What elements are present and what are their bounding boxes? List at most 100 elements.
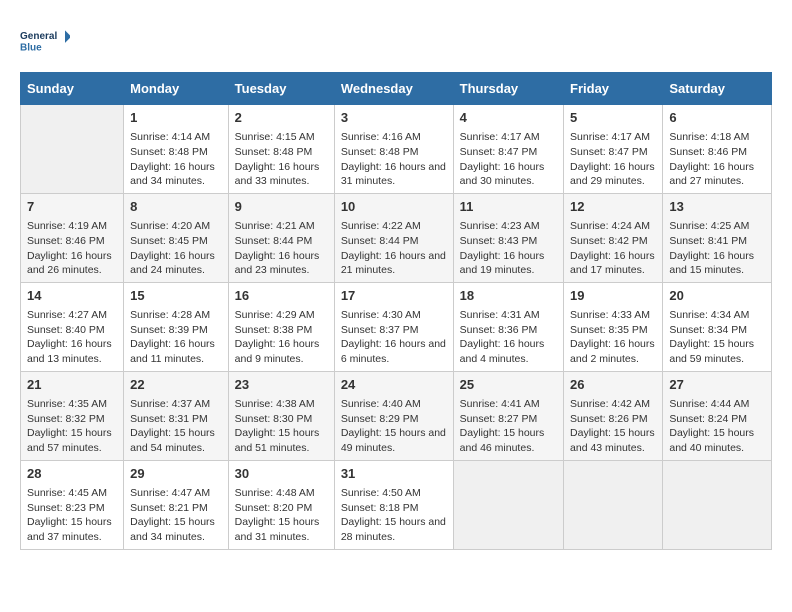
day-number: 12: [570, 198, 656, 216]
calendar-cell: 4 Sunrise: 4:17 AMSunset: 8:47 PMDayligh…: [453, 105, 563, 194]
day-number: 16: [235, 287, 328, 305]
weekday-header: Thursday: [453, 73, 563, 105]
day-number: 25: [460, 376, 557, 394]
weekday-header: Friday: [564, 73, 663, 105]
day-number: 9: [235, 198, 328, 216]
day-info: Sunrise: 4:45 AMSunset: 8:23 PMDaylight:…: [27, 486, 117, 545]
day-info: Sunrise: 4:44 AMSunset: 8:24 PMDaylight:…: [669, 397, 765, 456]
day-info: Sunrise: 4:40 AMSunset: 8:29 PMDaylight:…: [341, 397, 447, 456]
calendar-cell: 29 Sunrise: 4:47 AMSunset: 8:21 PMDaylig…: [124, 460, 229, 549]
calendar-week-row: 28 Sunrise: 4:45 AMSunset: 8:23 PMDaylig…: [21, 460, 772, 549]
day-number: 5: [570, 109, 656, 127]
calendar-cell: 2 Sunrise: 4:15 AMSunset: 8:48 PMDayligh…: [228, 105, 334, 194]
day-number: 11: [460, 198, 557, 216]
calendar-cell: [663, 460, 772, 549]
svg-text:Blue: Blue: [20, 42, 42, 53]
calendar-cell: 15 Sunrise: 4:28 AMSunset: 8:39 PMDaylig…: [124, 282, 229, 371]
calendar-cell: 13 Sunrise: 4:25 AMSunset: 8:41 PMDaylig…: [663, 193, 772, 282]
calendar-cell: 18 Sunrise: 4:31 AMSunset: 8:36 PMDaylig…: [453, 282, 563, 371]
weekday-header: Wednesday: [334, 73, 453, 105]
calendar-cell: 6 Sunrise: 4:18 AMSunset: 8:46 PMDayligh…: [663, 105, 772, 194]
day-number: 6: [669, 109, 765, 127]
calendar-cell: 7 Sunrise: 4:19 AMSunset: 8:46 PMDayligh…: [21, 193, 124, 282]
weekday-header: Tuesday: [228, 73, 334, 105]
calendar-cell: 20 Sunrise: 4:34 AMSunset: 8:34 PMDaylig…: [663, 282, 772, 371]
day-number: 1: [130, 109, 222, 127]
day-number: 30: [235, 465, 328, 483]
logo: General Blue: [20, 20, 70, 62]
day-number: 10: [341, 198, 447, 216]
day-number: 19: [570, 287, 656, 305]
calendar-table: SundayMondayTuesdayWednesdayThursdayFrid…: [20, 72, 772, 550]
calendar-week-row: 1 Sunrise: 4:14 AMSunset: 8:48 PMDayligh…: [21, 105, 772, 194]
day-info: Sunrise: 4:22 AMSunset: 8:44 PMDaylight:…: [341, 219, 447, 278]
calendar-cell: 16 Sunrise: 4:29 AMSunset: 8:38 PMDaylig…: [228, 282, 334, 371]
day-info: Sunrise: 4:31 AMSunset: 8:36 PMDaylight:…: [460, 308, 557, 367]
day-info: Sunrise: 4:37 AMSunset: 8:31 PMDaylight:…: [130, 397, 222, 456]
day-info: Sunrise: 4:17 AMSunset: 8:47 PMDaylight:…: [460, 130, 557, 189]
day-number: 18: [460, 287, 557, 305]
day-info: Sunrise: 4:33 AMSunset: 8:35 PMDaylight:…: [570, 308, 656, 367]
day-info: Sunrise: 4:16 AMSunset: 8:48 PMDaylight:…: [341, 130, 447, 189]
page-header: General Blue: [20, 20, 772, 62]
day-number: 26: [570, 376, 656, 394]
day-info: Sunrise: 4:34 AMSunset: 8:34 PMDaylight:…: [669, 308, 765, 367]
day-number: 27: [669, 376, 765, 394]
weekday-header-row: SundayMondayTuesdayWednesdayThursdayFrid…: [21, 73, 772, 105]
calendar-cell: 17 Sunrise: 4:30 AMSunset: 8:37 PMDaylig…: [334, 282, 453, 371]
svg-text:General: General: [20, 31, 57, 42]
calendar-cell: 28 Sunrise: 4:45 AMSunset: 8:23 PMDaylig…: [21, 460, 124, 549]
calendar-cell: 19 Sunrise: 4:33 AMSunset: 8:35 PMDaylig…: [564, 282, 663, 371]
calendar-cell: 1 Sunrise: 4:14 AMSunset: 8:48 PMDayligh…: [124, 105, 229, 194]
day-number: 15: [130, 287, 222, 305]
calendar-cell: 24 Sunrise: 4:40 AMSunset: 8:29 PMDaylig…: [334, 371, 453, 460]
calendar-cell: [453, 460, 563, 549]
day-info: Sunrise: 4:41 AMSunset: 8:27 PMDaylight:…: [460, 397, 557, 456]
day-info: Sunrise: 4:25 AMSunset: 8:41 PMDaylight:…: [669, 219, 765, 278]
calendar-cell: 5 Sunrise: 4:17 AMSunset: 8:47 PMDayligh…: [564, 105, 663, 194]
day-number: 28: [27, 465, 117, 483]
day-info: Sunrise: 4:17 AMSunset: 8:47 PMDaylight:…: [570, 130, 656, 189]
day-number: 20: [669, 287, 765, 305]
day-info: Sunrise: 4:15 AMSunset: 8:48 PMDaylight:…: [235, 130, 328, 189]
calendar-cell: 30 Sunrise: 4:48 AMSunset: 8:20 PMDaylig…: [228, 460, 334, 549]
calendar-cell: 8 Sunrise: 4:20 AMSunset: 8:45 PMDayligh…: [124, 193, 229, 282]
day-info: Sunrise: 4:50 AMSunset: 8:18 PMDaylight:…: [341, 486, 447, 545]
calendar-cell: 26 Sunrise: 4:42 AMSunset: 8:26 PMDaylig…: [564, 371, 663, 460]
calendar-cell: 25 Sunrise: 4:41 AMSunset: 8:27 PMDaylig…: [453, 371, 563, 460]
day-info: Sunrise: 4:30 AMSunset: 8:37 PMDaylight:…: [341, 308, 447, 367]
day-number: 23: [235, 376, 328, 394]
day-number: 22: [130, 376, 222, 394]
calendar-cell: 9 Sunrise: 4:21 AMSunset: 8:44 PMDayligh…: [228, 193, 334, 282]
day-number: 8: [130, 198, 222, 216]
logo-svg: General Blue: [20, 20, 70, 62]
day-info: Sunrise: 4:47 AMSunset: 8:21 PMDaylight:…: [130, 486, 222, 545]
calendar-cell: 22 Sunrise: 4:37 AMSunset: 8:31 PMDaylig…: [124, 371, 229, 460]
calendar-week-row: 21 Sunrise: 4:35 AMSunset: 8:32 PMDaylig…: [21, 371, 772, 460]
calendar-cell: 10 Sunrise: 4:22 AMSunset: 8:44 PMDaylig…: [334, 193, 453, 282]
day-info: Sunrise: 4:28 AMSunset: 8:39 PMDaylight:…: [130, 308, 222, 367]
day-info: Sunrise: 4:42 AMSunset: 8:26 PMDaylight:…: [570, 397, 656, 456]
calendar-week-row: 7 Sunrise: 4:19 AMSunset: 8:46 PMDayligh…: [21, 193, 772, 282]
day-info: Sunrise: 4:24 AMSunset: 8:42 PMDaylight:…: [570, 219, 656, 278]
calendar-cell: 12 Sunrise: 4:24 AMSunset: 8:42 PMDaylig…: [564, 193, 663, 282]
day-number: 31: [341, 465, 447, 483]
calendar-cell: 11 Sunrise: 4:23 AMSunset: 8:43 PMDaylig…: [453, 193, 563, 282]
calendar-cell: 31 Sunrise: 4:50 AMSunset: 8:18 PMDaylig…: [334, 460, 453, 549]
day-number: 13: [669, 198, 765, 216]
day-info: Sunrise: 4:29 AMSunset: 8:38 PMDaylight:…: [235, 308, 328, 367]
day-info: Sunrise: 4:18 AMSunset: 8:46 PMDaylight:…: [669, 130, 765, 189]
day-number: 2: [235, 109, 328, 127]
weekday-header: Sunday: [21, 73, 124, 105]
day-number: 17: [341, 287, 447, 305]
day-info: Sunrise: 4:14 AMSunset: 8:48 PMDaylight:…: [130, 130, 222, 189]
calendar-week-row: 14 Sunrise: 4:27 AMSunset: 8:40 PMDaylig…: [21, 282, 772, 371]
calendar-cell: 23 Sunrise: 4:38 AMSunset: 8:30 PMDaylig…: [228, 371, 334, 460]
day-number: 29: [130, 465, 222, 483]
day-info: Sunrise: 4:27 AMSunset: 8:40 PMDaylight:…: [27, 308, 117, 367]
day-info: Sunrise: 4:19 AMSunset: 8:46 PMDaylight:…: [27, 219, 117, 278]
day-number: 4: [460, 109, 557, 127]
calendar-cell: 3 Sunrise: 4:16 AMSunset: 8:48 PMDayligh…: [334, 105, 453, 194]
day-number: 7: [27, 198, 117, 216]
day-info: Sunrise: 4:21 AMSunset: 8:44 PMDaylight:…: [235, 219, 328, 278]
